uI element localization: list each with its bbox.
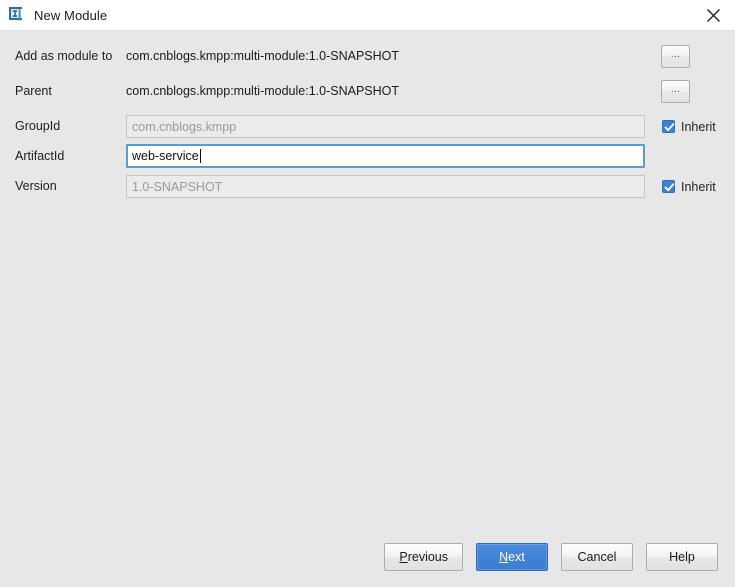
module-form: Add as module to com.cnblogs.kmpp:multi-…	[0, 31, 735, 587]
label-groupid: GroupId	[15, 119, 61, 133]
checkmark-icon	[662, 120, 675, 133]
value-add-as-module-to: com.cnblogs.kmpp:multi-module:1.0-SNAPSH…	[126, 49, 400, 63]
cancel-button[interactable]: Cancel	[561, 543, 633, 571]
window-title: New Module	[34, 7, 108, 23]
row-add-as-module-to: Add as module to com.cnblogs.kmpp:multi-…	[0, 43, 735, 69]
artifactid-input-value: web-service	[132, 149, 199, 163]
version-input[interactable]: 1.0-SNAPSHOT	[126, 175, 645, 198]
new-module-dialog: New Module Add as module to com.cnblogs.…	[0, 0, 735, 587]
next-button[interactable]: Next	[476, 543, 548, 571]
help-button[interactable]: Help	[646, 543, 718, 571]
artifactid-input[interactable]: web-service	[126, 144, 645, 168]
label-parent: Parent	[15, 84, 52, 98]
row-parent: Parent com.cnblogs.kmpp:multi-module:1.0…	[0, 78, 735, 104]
checkmark-icon	[662, 180, 675, 193]
browse-button-add-as-module-to[interactable]: ...	[661, 45, 690, 68]
label-version: Version	[15, 179, 57, 193]
label-artifactid: ArtifactId	[15, 149, 65, 163]
dialog-footer: Previous Next Cancel Help	[0, 527, 735, 587]
titlebar: New Module	[0, 0, 735, 31]
groupid-input[interactable]: com.cnblogs.kmpp	[126, 115, 645, 138]
close-icon[interactable]	[691, 0, 735, 30]
intellij-idea-icon	[9, 7, 25, 23]
version-inherit-checkbox[interactable]: Inherit	[662, 175, 716, 198]
previous-button[interactable]: Previous	[384, 543, 463, 571]
browse-button-parent[interactable]: ...	[661, 80, 690, 103]
next-mnemonic: N	[499, 550, 509, 564]
version-inherit-label: Inherit	[681, 179, 716, 194]
row-version: Version 1.0-SNAPSHOT Inherit	[0, 173, 735, 199]
label-add-as-module-to: Add as module to	[15, 49, 113, 63]
previous-mnemonic: P	[399, 550, 408, 564]
groupid-inherit-label: Inherit	[681, 119, 716, 134]
previous-button-label: revious	[407, 550, 448, 564]
next-button-label: ext	[508, 550, 525, 564]
row-groupid: GroupId com.cnblogs.kmpp Inherit	[0, 113, 735, 139]
text-caret	[199, 149, 201, 163]
value-parent: com.cnblogs.kmpp:multi-module:1.0-SNAPSH…	[126, 84, 400, 98]
row-artifactid: ArtifactId web-service	[0, 143, 735, 169]
groupid-inherit-checkbox[interactable]: Inherit	[662, 115, 716, 138]
